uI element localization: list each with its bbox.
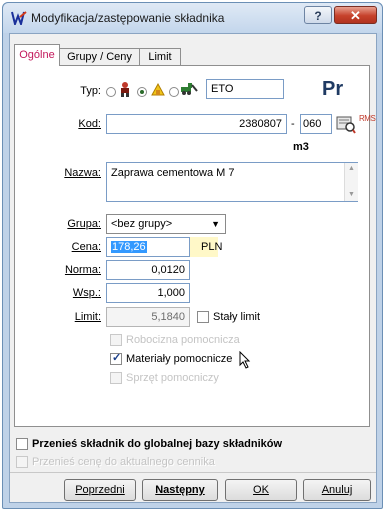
move-to-global-label: Przenieś składnik do globalnej bazy skła… — [32, 438, 283, 450]
nazwa-label: Nazwa: — [64, 167, 101, 179]
tab-ogolne[interactable]: Ogólne — [14, 44, 60, 66]
footer-divider — [10, 472, 376, 473]
previous-button[interactable]: Poprzedni — [64, 479, 136, 501]
typ-label: Typ: — [80, 85, 101, 97]
help-button[interactable]: ? — [304, 6, 332, 24]
kod-separator: - — [291, 118, 295, 130]
scroll-up-icon[interactable]: ▲ — [348, 165, 355, 172]
rms-icon[interactable]: RMS — [359, 114, 376, 123]
cancel-button[interactable]: Anuluj — [303, 479, 371, 501]
move-price-checkbox[interactable] — [16, 456, 28, 468]
tab-panel-ogolne: Typ: ETO Pr Kod: 2380807 - 060 RMS m3 Na… — [14, 65, 376, 427]
cena-value: 178,26 — [111, 241, 147, 253]
kod-label: Kod: — [78, 118, 101, 130]
chevron-down-icon[interactable]: ▼ — [211, 215, 220, 233]
grupa-label: Grupa: — [67, 218, 101, 230]
typ-radio-robocizna[interactable] — [106, 87, 116, 97]
dialog-client: Ogólne Grupy / Ceny Limit Typ: ETO Pr Ko… — [9, 33, 377, 503]
nazwa-field[interactable]: Zaprawa cementowa M 7 — [106, 162, 358, 202]
wsp-label: Wsp.: — [72, 287, 101, 299]
robocizna-pomocnicza-label: Robocizna pomocnicza — [126, 334, 240, 346]
staly-limit-checkbox[interactable] — [197, 311, 209, 323]
window-title: Modyfikacja/zastępowanie składnika — [31, 11, 225, 25]
grupa-value: <bez grupy> — [111, 218, 173, 230]
kod-suffix-field[interactable]: 060 — [300, 114, 332, 134]
grupa-select[interactable]: <bez grupy> ▼ — [106, 214, 226, 234]
materialy-pomocnicze-checkbox[interactable] — [110, 351, 122, 365]
move-price-label: Przenieś cenę do aktualnego cennika — [32, 456, 215, 468]
typ-radio-sprzet[interactable] — [169, 87, 179, 97]
app-icon — [11, 11, 27, 25]
materialy-pomocnicze-label: Materiały pomocnicze — [126, 353, 233, 365]
next-button[interactable]: Następny — [142, 479, 218, 501]
catalog-search-icon[interactable] — [336, 114, 356, 134]
limit-field: 5,1840 — [106, 307, 190, 327]
norma-label: Norma: — [64, 264, 101, 276]
sprzet-pomocniczy-label: Sprzęt pomocniczy — [126, 372, 219, 384]
kod-field[interactable]: 2380807 — [106, 114, 287, 134]
ok-button[interactable]: OK — [225, 479, 297, 501]
dialog-window: Modyfikacja/zastępowanie składnika ? ✕ O… — [2, 2, 383, 509]
move-to-global-checkbox[interactable] — [16, 438, 28, 450]
staly-limit-label: Stały limit — [213, 311, 261, 323]
scroll-down-icon[interactable]: ▼ — [348, 191, 355, 198]
norma-field[interactable]: 0,0120 — [106, 260, 190, 280]
unit-label: m3 — [293, 141, 309, 153]
typ-radio-material[interactable] — [137, 87, 147, 97]
close-button[interactable]: ✕ — [334, 6, 377, 24]
cena-label: Cena: — [71, 241, 101, 253]
sprzet-pomocniczy-checkbox[interactable] — [110, 372, 122, 384]
title-bar[interactable]: Modyfikacja/zastępowanie składnika ? ✕ — [3, 3, 382, 33]
wsp-field[interactable]: 1,000 — [106, 283, 190, 303]
currency-label: PLN — [201, 241, 223, 253]
worker-icon — [121, 82, 129, 97]
cena-field[interactable]: 178,26 — [106, 237, 190, 257]
type-code-field[interactable]: ETO — [206, 79, 284, 99]
robocizna-pomocnicza-checkbox[interactable] — [110, 334, 122, 346]
type-big-label: Pr — [322, 78, 344, 100]
tab-limit[interactable]: Limit — [139, 48, 181, 65]
equipment-icon — [181, 83, 198, 95]
limit-label: Limit: — [74, 311, 101, 323]
material-icon — [151, 82, 165, 96]
nazwa-scrollbar[interactable]: ▲ ▼ — [344, 163, 358, 201]
tab-grupy-ceny[interactable]: Grupy / Ceny — [59, 48, 140, 65]
mouse-cursor-icon — [239, 351, 251, 369]
